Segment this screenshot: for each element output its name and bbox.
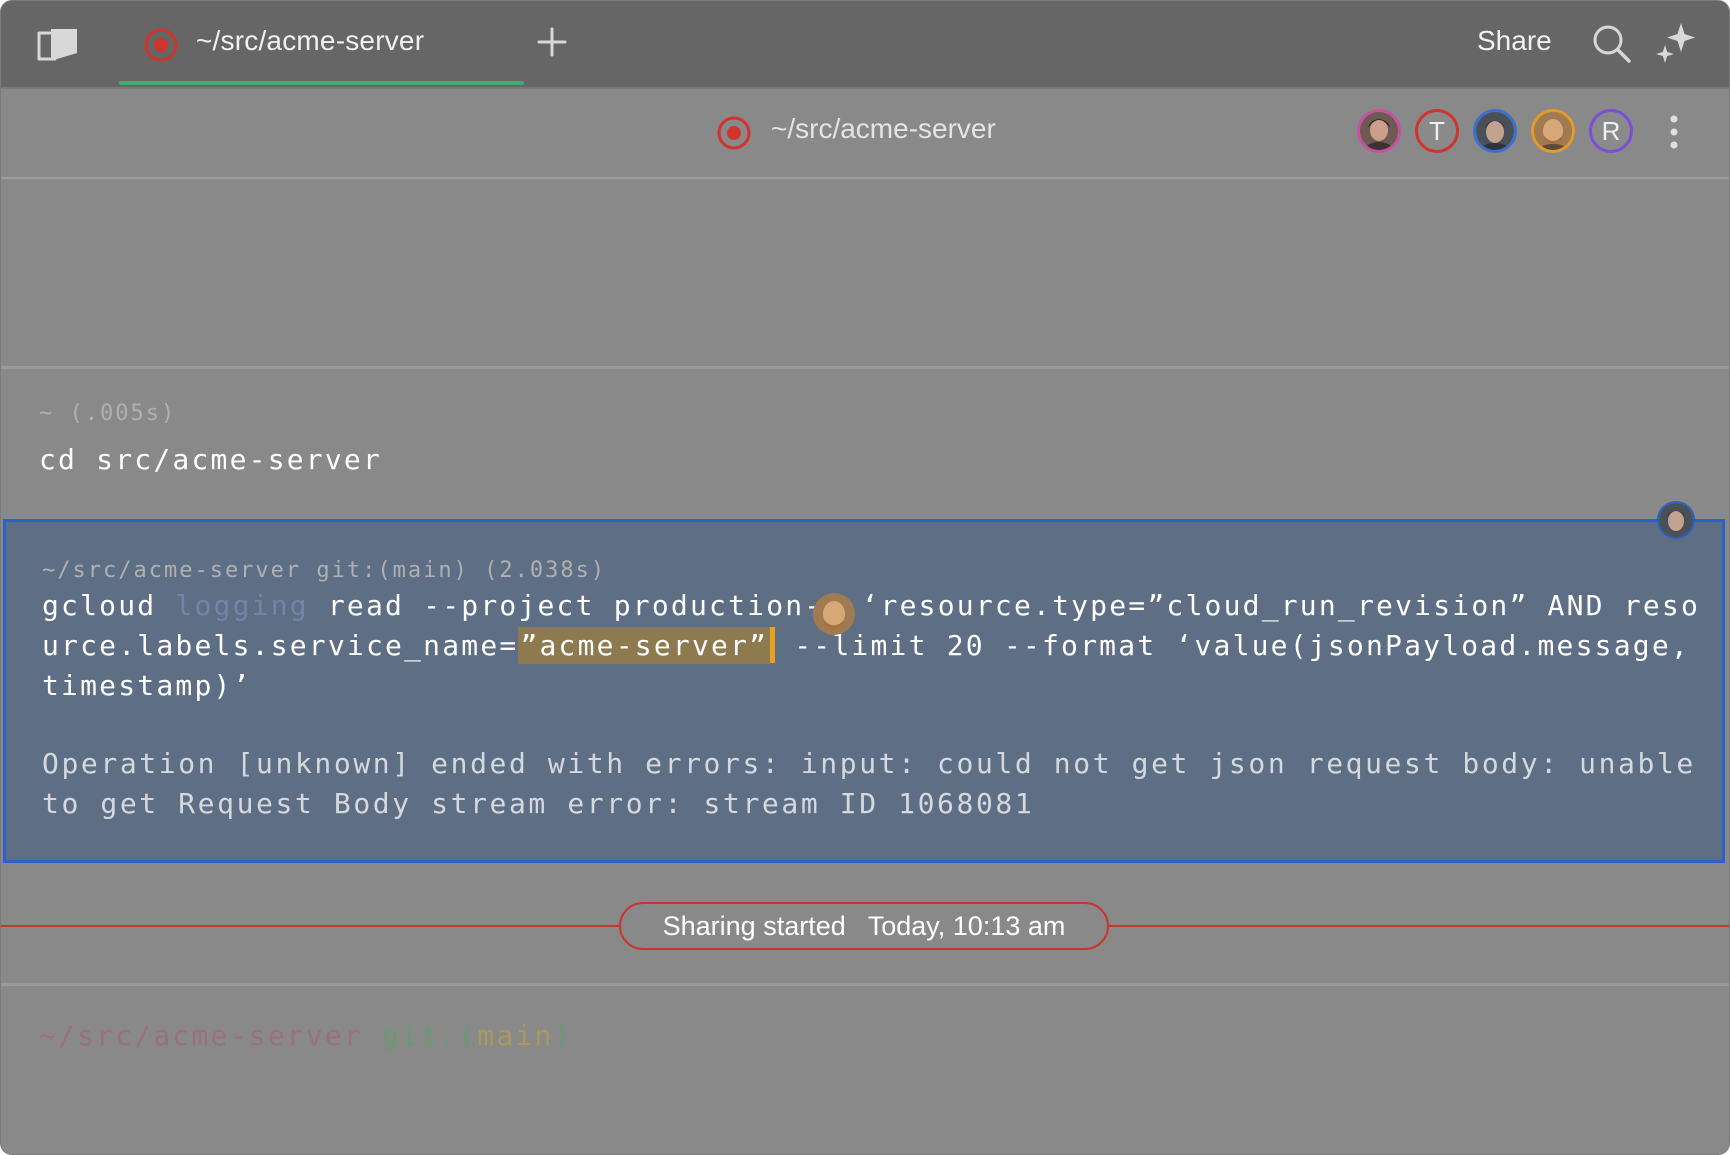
more-vertical-icon[interactable] <box>1661 111 1687 155</box>
command-text: gcloud <box>42 589 176 622</box>
participant-avatar[interactable]: T <box>1415 109 1459 153</box>
record-icon <box>716 115 752 156</box>
command-text: logging <box>175 589 309 622</box>
session-title: ~/src/acme-server <box>771 113 996 144</box>
block-meta: ~/src/acme-server git:(main) (2.038s) <box>42 558 607 583</box>
tab-title: ~/src/acme-server <box>196 25 425 56</box>
tab-bar: ~/src/acme-server Share <box>1 1 1729 89</box>
tab-acme-server[interactable]: ~/src/acme-server <box>119 1 524 87</box>
command-text: read --project production- <box>308 589 824 622</box>
block-command[interactable]: gcloud logging read --project production… <box>42 586 1702 706</box>
active-tab-indicator <box>119 81 524 85</box>
terminal-window: ~/src/acme-server Share ~/src/acme-serve… <box>0 0 1730 1155</box>
selected-command-block[interactable]: ~/src/acme-server git:(main) (2.038s) gc… <box>3 519 1725 863</box>
avatar-letter: R <box>1601 115 1621 146</box>
block-divider <box>1 366 1729 369</box>
prompt-branch: main <box>477 1019 554 1052</box>
sharing-started-banner: Sharing started Today, 10:13 am <box>619 902 1109 950</box>
block-owner-avatar <box>1657 501 1695 539</box>
participant-avatar[interactable] <box>1531 109 1575 153</box>
plus-icon[interactable] <box>535 25 569 59</box>
participant-avatar[interactable]: R <box>1589 109 1633 153</box>
search-icon[interactable] <box>1591 23 1633 65</box>
participant-avatar[interactable] <box>1473 109 1517 153</box>
session-header: ~/src/acme-server T R <box>1 89 1729 179</box>
block-divider <box>1 983 1729 986</box>
prompt-git-close: ) <box>553 1019 573 1052</box>
sharing-label: Sharing started <box>662 910 846 941</box>
prompt-git-label: git:( <box>382 1019 478 1052</box>
highlighted-text: ”acme-server” <box>518 627 771 664</box>
sidebar-toggle-icon[interactable] <box>35 25 83 65</box>
prompt-path: ~/src/acme-server <box>39 1019 363 1052</box>
input-prompt[interactable]: ~/src/acme-server git:(main) <box>39 1019 573 1052</box>
ai-sparkle-icon[interactable] <box>1653 21 1699 67</box>
record-icon <box>143 27 179 68</box>
participant-avatar[interactable] <box>1357 109 1401 153</box>
share-button[interactable]: Share <box>1477 25 1552 57</box>
block-meta: ~ (.005s) <box>39 401 177 426</box>
block-output: Operation [unknown] ended with errors: i… <box>42 747 1716 820</box>
collaborator-cursor-avatar <box>813 593 855 635</box>
sharing-time: Today, 10:13 am <box>867 910 1066 941</box>
block-command[interactable]: cd src/acme-server <box>39 443 382 476</box>
avatar-letter: T <box>1429 115 1445 146</box>
